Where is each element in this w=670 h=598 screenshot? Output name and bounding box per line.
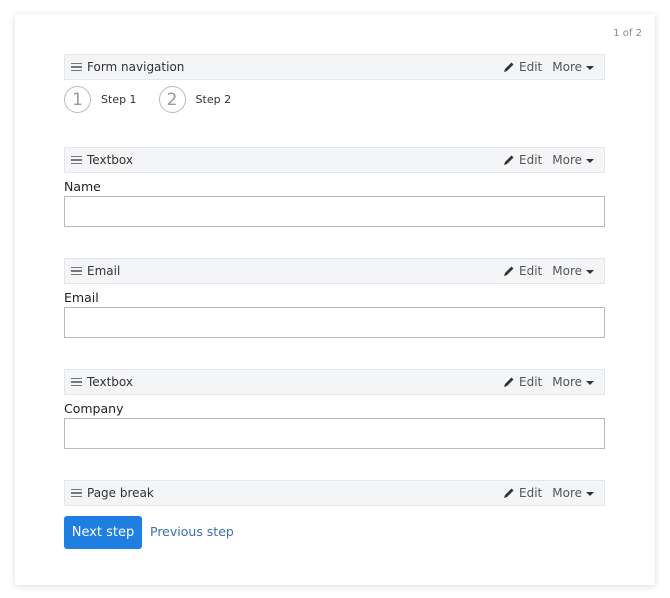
more-label: More	[552, 264, 582, 278]
step-number-circle: 2	[158, 86, 186, 113]
more-label: More	[552, 486, 582, 500]
step-label: Step 1	[101, 93, 137, 106]
field-label: Company	[64, 401, 124, 416]
block-header[interactable]: Page break Edit More	[64, 480, 605, 506]
block-title: Email	[87, 264, 121, 278]
page-indicator: 1 of 2	[613, 28, 642, 39]
caret-down-icon	[586, 270, 594, 274]
edit-label: Edit	[519, 153, 543, 167]
step-item[interactable]: 1 Step 1	[64, 86, 137, 113]
step-item[interactable]: 2 Step 2	[158, 86, 232, 113]
block-title: Textbox	[87, 153, 133, 167]
edit-label: Edit	[519, 375, 543, 389]
step-number-circle: 1	[64, 86, 91, 113]
field-label: Email	[64, 290, 99, 305]
step-label: Step 2	[195, 93, 232, 106]
company-textbox-block: Textbox Edit More Company	[64, 369, 605, 449]
edit-label: Edit	[519, 486, 543, 500]
caret-down-icon	[586, 66, 594, 70]
pencil-icon	[504, 155, 514, 165]
drag-handle-icon[interactable]	[71, 377, 82, 387]
pencil-icon	[504, 266, 514, 276]
email-block: Email Edit More Email	[64, 258, 605, 338]
more-label: More	[552, 375, 582, 389]
pencil-icon	[504, 377, 514, 387]
pencil-icon	[504, 488, 514, 498]
more-dropdown[interactable]: More	[552, 375, 594, 389]
caret-down-icon	[586, 492, 594, 496]
caret-down-icon	[586, 159, 594, 163]
drag-handle-icon[interactable]	[71, 266, 82, 276]
more-dropdown[interactable]: More	[552, 486, 594, 500]
previous-step-link[interactable]: Previous step	[150, 524, 234, 539]
more-label: More	[552, 60, 582, 74]
edit-button[interactable]: Edit	[503, 153, 542, 167]
edit-button[interactable]: Edit	[503, 375, 542, 389]
drag-handle-icon[interactable]	[71, 155, 82, 165]
name-input[interactable]	[64, 196, 605, 227]
block-header[interactable]: Textbox Edit More	[64, 147, 605, 173]
edit-label: Edit	[519, 60, 543, 74]
block-header[interactable]: Email Edit More	[64, 258, 605, 284]
name-textbox-block: Textbox Edit More Name	[64, 147, 605, 227]
caret-down-icon	[586, 381, 594, 385]
more-label: More	[552, 153, 582, 167]
form-editor-card: 1 of 2 Form navigation Edit More 1 Step …	[15, 14, 655, 585]
page-break-block: Page break Edit More	[64, 480, 605, 506]
drag-handle-icon[interactable]	[71, 62, 82, 72]
drag-handle-icon[interactable]	[71, 488, 82, 498]
edit-button[interactable]: Edit	[503, 486, 542, 500]
more-dropdown[interactable]: More	[552, 60, 594, 74]
form-navigation-block: Form navigation Edit More 1 Step 1 2 Ste…	[64, 54, 605, 113]
block-title: Textbox	[87, 375, 133, 389]
step-list: 1 Step 1 2 Step 2	[64, 86, 605, 113]
next-step-button[interactable]: Next step	[64, 516, 142, 549]
edit-button[interactable]: Edit	[503, 264, 542, 278]
company-input[interactable]	[64, 418, 605, 449]
pencil-icon	[504, 62, 514, 72]
block-header[interactable]: Form navigation Edit More	[64, 54, 605, 80]
field-label: Name	[64, 179, 101, 194]
more-dropdown[interactable]: More	[552, 153, 594, 167]
block-header[interactable]: Textbox Edit More	[64, 369, 605, 395]
edit-button[interactable]: Edit	[503, 60, 542, 74]
block-title: Form navigation	[87, 60, 185, 74]
edit-label: Edit	[519, 264, 543, 278]
email-input[interactable]	[64, 307, 605, 338]
block-title: Page break	[87, 486, 154, 500]
more-dropdown[interactable]: More	[552, 264, 594, 278]
